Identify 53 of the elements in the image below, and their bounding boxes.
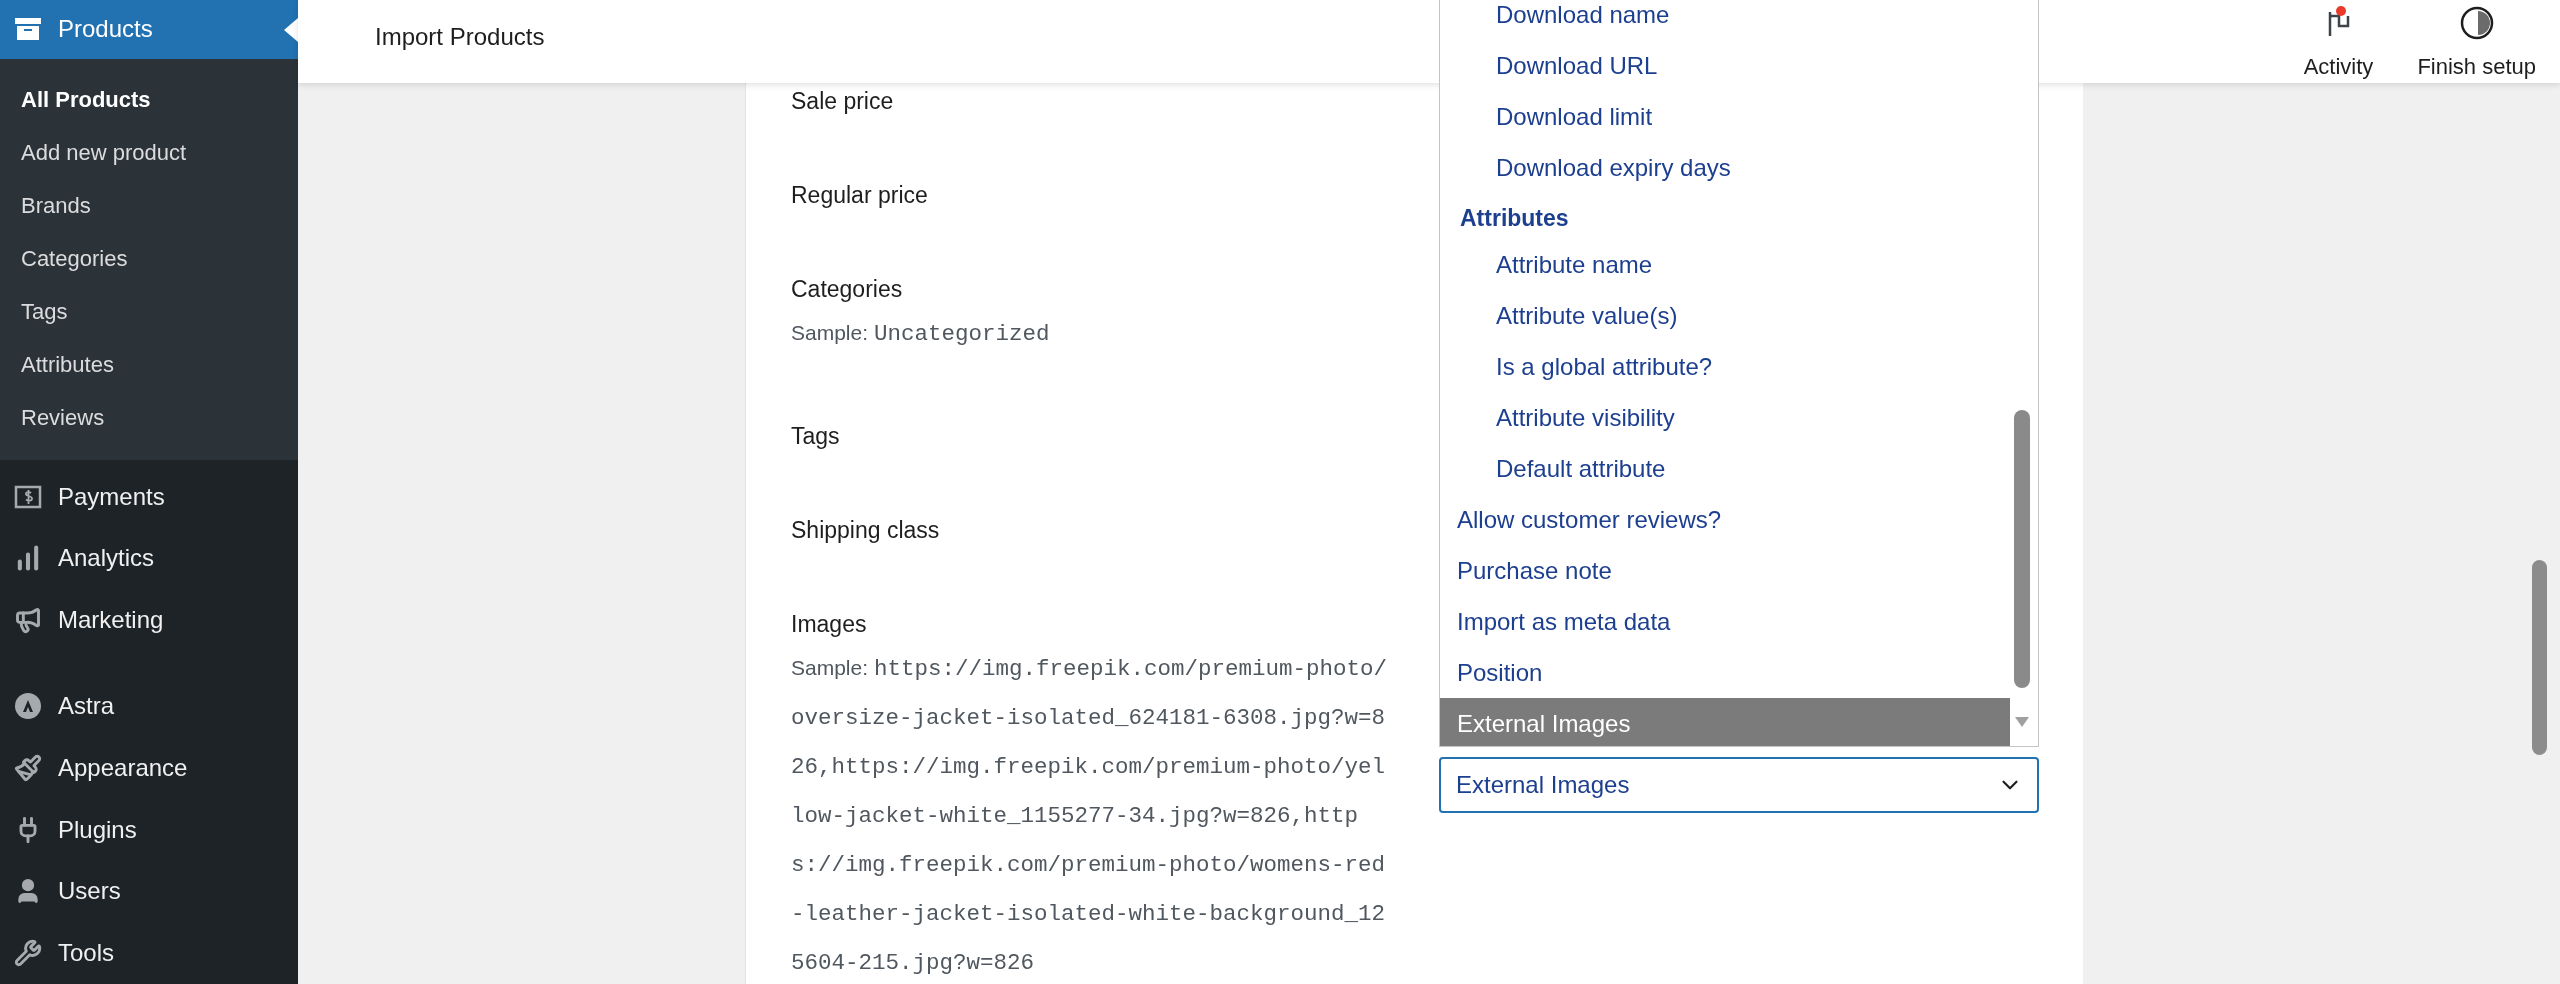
paintbrush-icon [14, 753, 42, 782]
wrench-icon [14, 939, 42, 968]
submenu-item[interactable]: Brands [0, 178, 298, 232]
submenu-item[interactable]: Tags [0, 284, 298, 338]
menu-item[interactable]: Marketing [0, 589, 298, 652]
dropdown-option[interactable]: Is a global attribute? [1440, 341, 2038, 392]
field-label: Categories [791, 275, 903, 304]
header-action-button[interactable]: Finish setup [2417, 0, 2536, 83]
menu-item[interactable]: Appearance [0, 736, 298, 799]
menu-item[interactable]: Payments [0, 465, 298, 528]
header-action-button[interactable]: Activity [2303, 0, 2374, 83]
page-title: Import Products [375, 21, 545, 52]
field-label: Sale price [791, 87, 894, 116]
astra-logo-icon [14, 692, 42, 720]
field-label: Images [791, 610, 867, 639]
dropdown-option[interactable]: Purchase note [1440, 545, 2038, 596]
dropdown-option[interactable]: Attribute name [1440, 239, 2038, 290]
select-field[interactable]: External Images [1439, 757, 2039, 813]
dollar-box-icon [14, 484, 42, 509]
menu-item[interactable]: Products [0, 0, 298, 59]
page-scrollbar-thumb[interactable] [2532, 560, 2547, 755]
dropdown-option[interactable]: Download expiry days [1440, 142, 2038, 193]
submenu-item[interactable]: Reviews [0, 390, 298, 444]
menu-item[interactable]: Astra [0, 675, 298, 737]
field-label: Shipping class [791, 516, 940, 545]
field-label: Tags [791, 422, 840, 451]
option-group-label: Attributes [1459, 203, 1570, 233]
submenu-item[interactable]: Categories [0, 231, 298, 285]
dropdown-option[interactable]: Default attribute [1440, 443, 2038, 494]
dropdown-option[interactable]: Download name [1440, 0, 2038, 40]
submenu-item[interactable]: All Products [0, 72, 298, 126]
dropdown-option[interactable]: Attribute value(s) [1440, 290, 2038, 341]
dropdown-option[interactable]: External Images [1440, 698, 2010, 746]
menu-item[interactable]: Tools [0, 922, 298, 984]
dropdown-option[interactable]: Import as meta data [1440, 596, 2038, 647]
menu-item[interactable]: Users [0, 860, 298, 923]
megaphone-icon [14, 606, 42, 635]
dropdown-option[interactable]: Download URL [1440, 40, 2038, 91]
sample-text: Sample: https://img.freepik.com/premium-photo/oversize-jacket-isolated_624181-6308.jpg?w=826,https://img.freepik.com/premium-photo/yellow-jacket-white_1155277-34.jpg?w=826,https://img.freepik.com/premium-photo/womens-red-leather-jacket-isolated-white-background_125604-215.jpg?w=826 [791, 655, 1388, 978]
dropdown-option[interactable]: Allow customer reviews? [1440, 494, 2038, 545]
dropdown-option[interactable]: Download limit [1440, 91, 2038, 142]
field-label: Regular price [791, 181, 928, 210]
dropdown-option[interactable]: Attribute visibility [1440, 392, 2038, 443]
scroll-down-arrow-icon[interactable] [2014, 716, 2030, 728]
submenu-item[interactable]: Attributes [0, 337, 298, 391]
dropdown-list[interactable] [1439, 0, 2039, 747]
sample-text: Sample: Uncategorized [791, 320, 1051, 349]
dropdown-option[interactable]: Position [1440, 647, 2038, 698]
menu-item[interactable]: Analytics [0, 527, 298, 590]
menu-item[interactable]: Plugins [0, 798, 298, 861]
submenu-item[interactable]: Add new product [0, 125, 298, 179]
scrollbar-thumb[interactable] [2014, 410, 2030, 688]
archive-box-icon [14, 17, 42, 42]
